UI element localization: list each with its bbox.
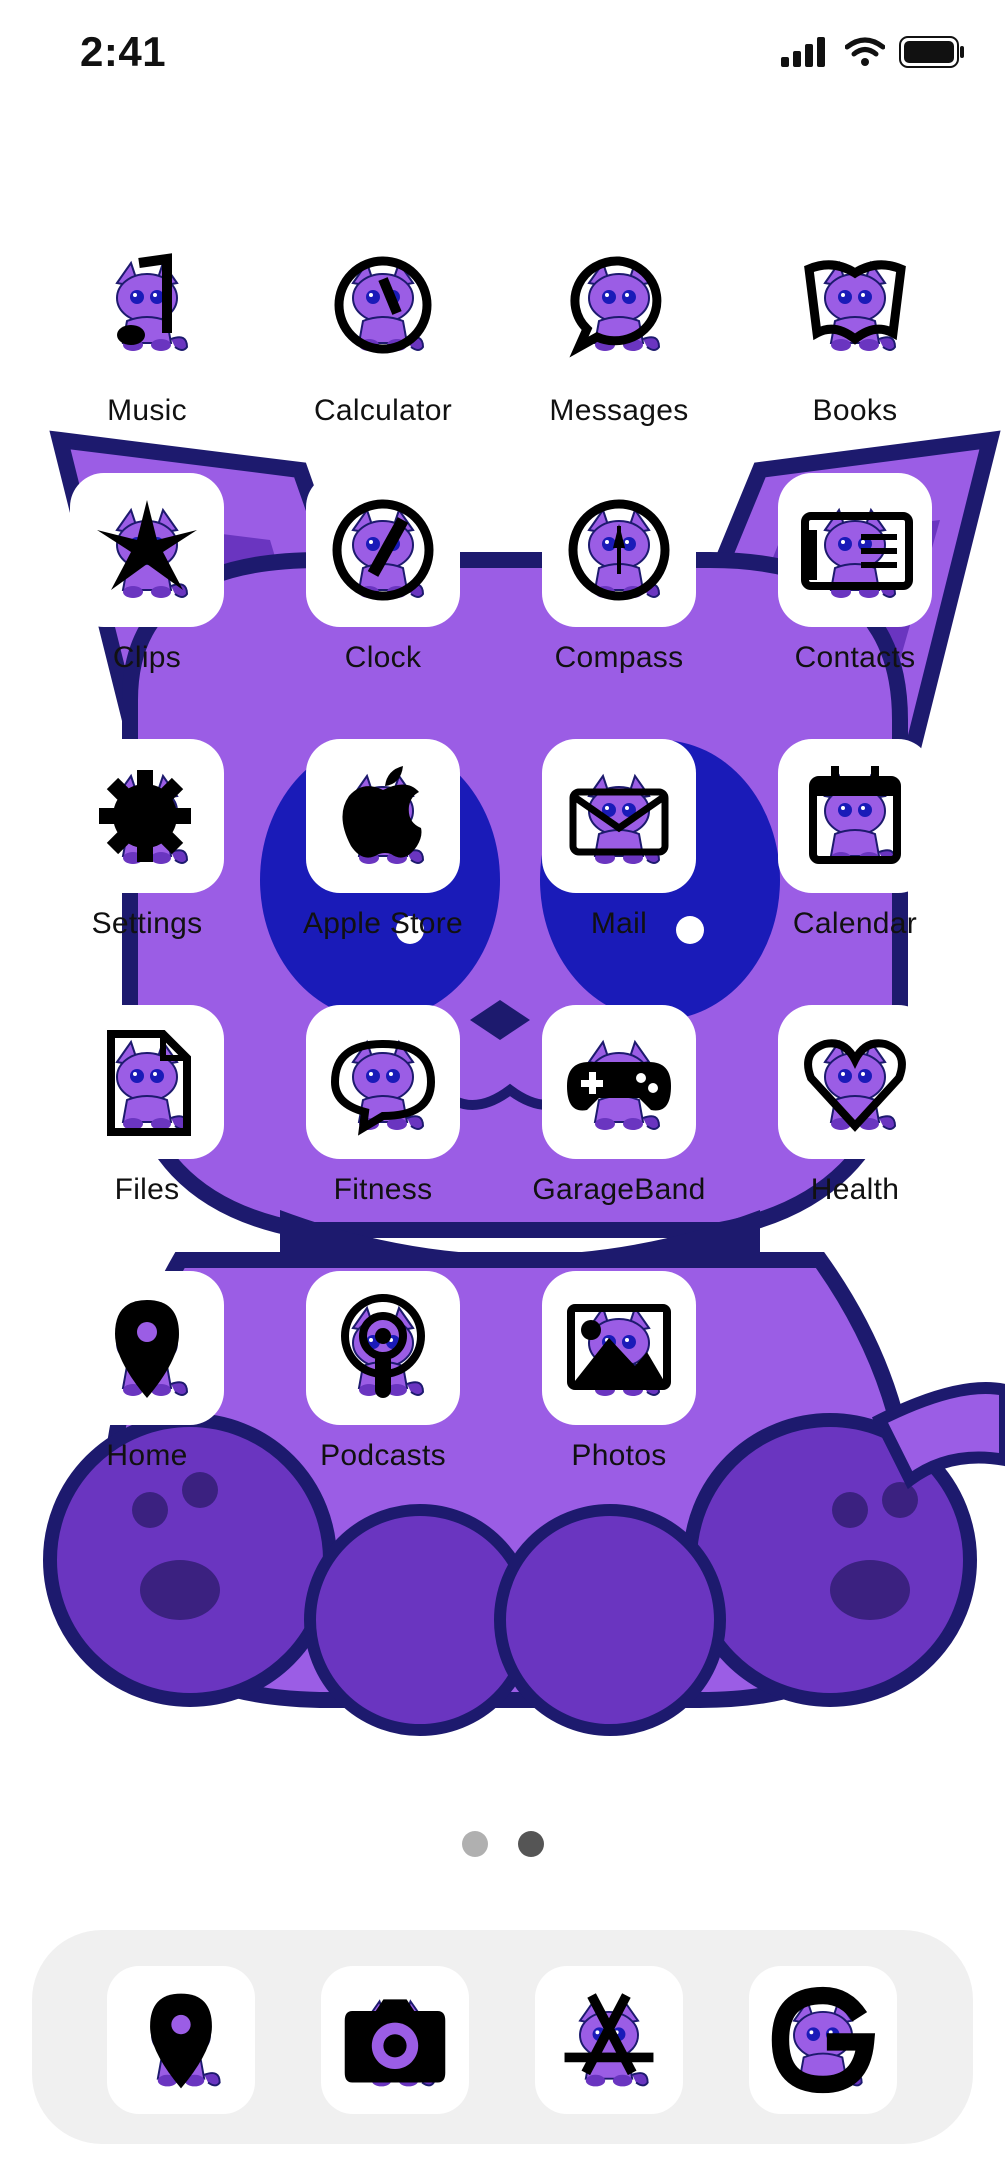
book-icon (804, 260, 906, 352)
music-note-icon (116, 253, 188, 352)
app-clips[interactable]: Clips (47, 473, 247, 675)
status-bar: 2:41 (0, 0, 1005, 110)
app-tile[interactable] (778, 473, 932, 627)
app-settings[interactable]: Settings (47, 739, 247, 941)
app-tile[interactable] (542, 1271, 696, 1425)
app-fitness[interactable]: Fitness (283, 1005, 483, 1207)
page-indicator[interactable] (0, 1831, 1005, 1857)
clock-icon (332, 499, 434, 601)
gamepad-icon (567, 1041, 671, 1131)
wifi-icon (845, 37, 885, 66)
app-mail[interactable]: Mail (519, 739, 719, 941)
chat-bubble-icon (330, 1039, 436, 1136)
app-photos[interactable]: Photos (519, 1271, 719, 1473)
app-tile[interactable] (778, 226, 932, 380)
app-tile[interactable] (778, 1005, 932, 1159)
battery-icon (899, 36, 964, 68)
dock-app-google[interactable] (749, 1966, 897, 2114)
gear-icon (99, 770, 191, 865)
app-tile[interactable] (542, 226, 696, 380)
app-tile[interactable] (542, 1005, 696, 1159)
app-garageband[interactable]: GarageBand (519, 1005, 719, 1207)
app-tile[interactable] (542, 473, 696, 627)
app-tile[interactable] (70, 226, 224, 380)
app-tile[interactable] (306, 1271, 460, 1425)
location-pin-icon (115, 1300, 188, 1398)
page-dot-2-active[interactable] (517, 1831, 544, 1857)
app-files[interactable]: Files (47, 1005, 247, 1207)
status-icons (781, 36, 965, 68)
app-tile[interactable] (306, 1005, 460, 1159)
podcast-icon (341, 1294, 425, 1398)
app-calendar[interactable]: Calendar (755, 739, 955, 941)
status-time: 2:41 (80, 28, 167, 75)
app-compass[interactable]: Compass (519, 473, 719, 675)
app-tile[interactable] (70, 1271, 224, 1425)
photo-icon (567, 1304, 671, 1397)
app-books[interactable]: Books (755, 226, 955, 428)
app-clock[interactable]: Clock (283, 473, 483, 675)
cellular-signal-icon (781, 37, 825, 67)
clips-star-icon (97, 500, 197, 599)
file-icon (107, 1030, 191, 1136)
app-tile[interactable] (70, 473, 224, 627)
app-tile[interactable] (306, 473, 460, 627)
calendar-icon (809, 766, 901, 865)
dock-app-home[interactable] (107, 1966, 255, 2114)
apple-icon (342, 766, 424, 865)
app-store-icon (564, 1993, 654, 2088)
envelope-icon (569, 775, 669, 865)
calculator-icon (334, 256, 432, 354)
app-messages[interactable]: Messages (519, 226, 719, 428)
app-tile[interactable] (70, 739, 224, 893)
app-tile[interactable] (778, 739, 932, 893)
heart-icon (804, 1039, 906, 1132)
app-tile[interactable] (306, 226, 460, 380)
app-apple-store[interactable]: Apple Store (283, 739, 483, 941)
app-podcasts[interactable]: Podcasts (283, 1271, 483, 1473)
compass-icon (568, 499, 670, 601)
app-home[interactable]: Home (47, 1271, 247, 1473)
dock (32, 1930, 973, 2144)
app-tile[interactable] (306, 739, 460, 893)
app-contacts[interactable]: Contacts (755, 473, 955, 675)
location-pin-icon (150, 1993, 221, 2089)
app-music[interactable]: Music (47, 226, 247, 428)
dock-app-app-store[interactable] (535, 1966, 683, 2114)
app-tile[interactable] (542, 739, 696, 893)
message-bubble-icon (569, 256, 662, 358)
dock-app-camera[interactable] (321, 1966, 469, 2114)
app-tile[interactable] (70, 1005, 224, 1159)
contacts-card-icon (801, 509, 913, 599)
app-calculator[interactable]: Calculator (283, 226, 483, 428)
page-dot-1[interactable] (461, 1831, 488, 1857)
google-icon (771, 1986, 876, 2094)
camera-icon (344, 1999, 446, 2088)
app-health[interactable]: Health (755, 1005, 955, 1207)
